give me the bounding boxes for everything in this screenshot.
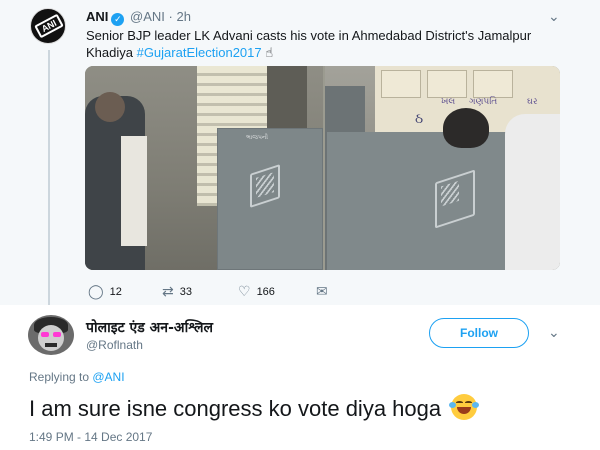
dm-action[interactable]: ✉: [316, 283, 334, 300]
person-head: [95, 92, 125, 122]
avatar-eye: [53, 332, 61, 337]
inked-finger-emoji: ☝: [265, 45, 274, 60]
verified-badge-icon: ✓: [111, 13, 125, 26]
quoted-tweet-text: Senior BJP leader LK Advani casts his vo…: [86, 27, 556, 61]
emoji-mouth: [457, 407, 472, 414]
photo-left[interactable]: ભાજપની: [85, 66, 323, 270]
gujarati-letter: ઠ: [415, 110, 424, 126]
gujarati-letter: ખલ: [441, 96, 456, 106]
reply-icon: ◯: [88, 283, 104, 299]
avatar-face: [38, 325, 64, 351]
thread-line: [48, 50, 50, 305]
reply-timestamp[interactable]: 1:49 PM - 14 Dec 2017: [29, 430, 152, 444]
photo-right[interactable]: ખલ ગણપતિ ઘર ઠ ડ ણ: [325, 66, 560, 270]
follow-button[interactable]: Follow: [429, 318, 529, 348]
quoted-tweet[interactable]: ANI ANI ✓ @ANI · 2h ⌄ Senior BJP leader L…: [0, 0, 600, 305]
retweet-action[interactable]: ⇄ 33: [162, 283, 192, 300]
gujarati-letter: ઘર: [527, 96, 538, 106]
avatar-eye: [41, 332, 49, 337]
emoji-eye: [465, 401, 473, 404]
emoji-eye: [456, 401, 464, 404]
chevron-down-icon[interactable]: ⌄: [548, 324, 560, 341]
replying-to-link[interactable]: @ANI: [92, 370, 124, 384]
emoji-tear: [472, 402, 480, 408]
author-handle[interactable]: @ANI: [130, 9, 165, 24]
person-shirt: [121, 136, 147, 246]
replying-to-line: Replying to @ANI: [29, 370, 125, 384]
gujarati-letter: ગણપતિ: [469, 96, 498, 106]
user-avatar[interactable]: [28, 315, 74, 355]
eci-logo-icon: [250, 164, 280, 208]
eci-logo-icon: [435, 169, 475, 229]
reply-author-handle[interactable]: @Roflnath: [86, 338, 143, 352]
reply-action[interactable]: ◯ 12: [88, 283, 122, 300]
emoji-tear: [449, 402, 457, 408]
ani-avatar[interactable]: ANI: [30, 8, 66, 44]
separator-dot: ·: [168, 9, 173, 24]
like-action[interactable]: ♡ 166: [238, 283, 275, 300]
voting-booth-right: [327, 132, 523, 270]
voting-booth-left: ભાજપની: [217, 128, 323, 270]
quoted-tweet-header: ANI ✓ @ANI · 2h: [86, 9, 191, 26]
reply-tweet-text: I am sure isne congress ko vote diya hog…: [29, 394, 480, 422]
ani-logo: ANI: [34, 13, 64, 39]
reply-author-name[interactable]: पोलाइट एंड अन-अश्लिल: [86, 318, 213, 337]
like-count: 166: [256, 285, 275, 298]
voter-shirt: [505, 114, 560, 270]
chevron-down-icon[interactable]: ⌄: [548, 8, 560, 25]
envelope-icon: ✉: [316, 283, 328, 299]
poster: [427, 70, 467, 98]
avatar-mustache: [45, 343, 57, 347]
laughing-emoji-icon: [449, 394, 480, 420]
voter-head: [443, 108, 489, 148]
heart-icon: ♡: [238, 283, 251, 299]
retweet-count: 33: [179, 285, 192, 298]
replying-prefix: Replying to: [29, 370, 93, 384]
booth-label: ભાજપની: [246, 135, 269, 141]
reply-count: 12: [109, 285, 122, 298]
poster: [473, 70, 513, 98]
tweet-time[interactable]: 2h: [176, 9, 190, 24]
retweet-icon: ⇄: [162, 283, 174, 299]
tweet-media[interactable]: ભાજપની ખલ ગણપતિ ઘર ઠ ડ ણ: [85, 66, 560, 270]
author-name[interactable]: ANI: [86, 9, 108, 24]
poster: [381, 70, 421, 98]
reply-body: I am sure isne congress ko vote diya hog…: [29, 396, 442, 421]
hashtag-link[interactable]: #GujaratElection2017: [137, 45, 262, 60]
